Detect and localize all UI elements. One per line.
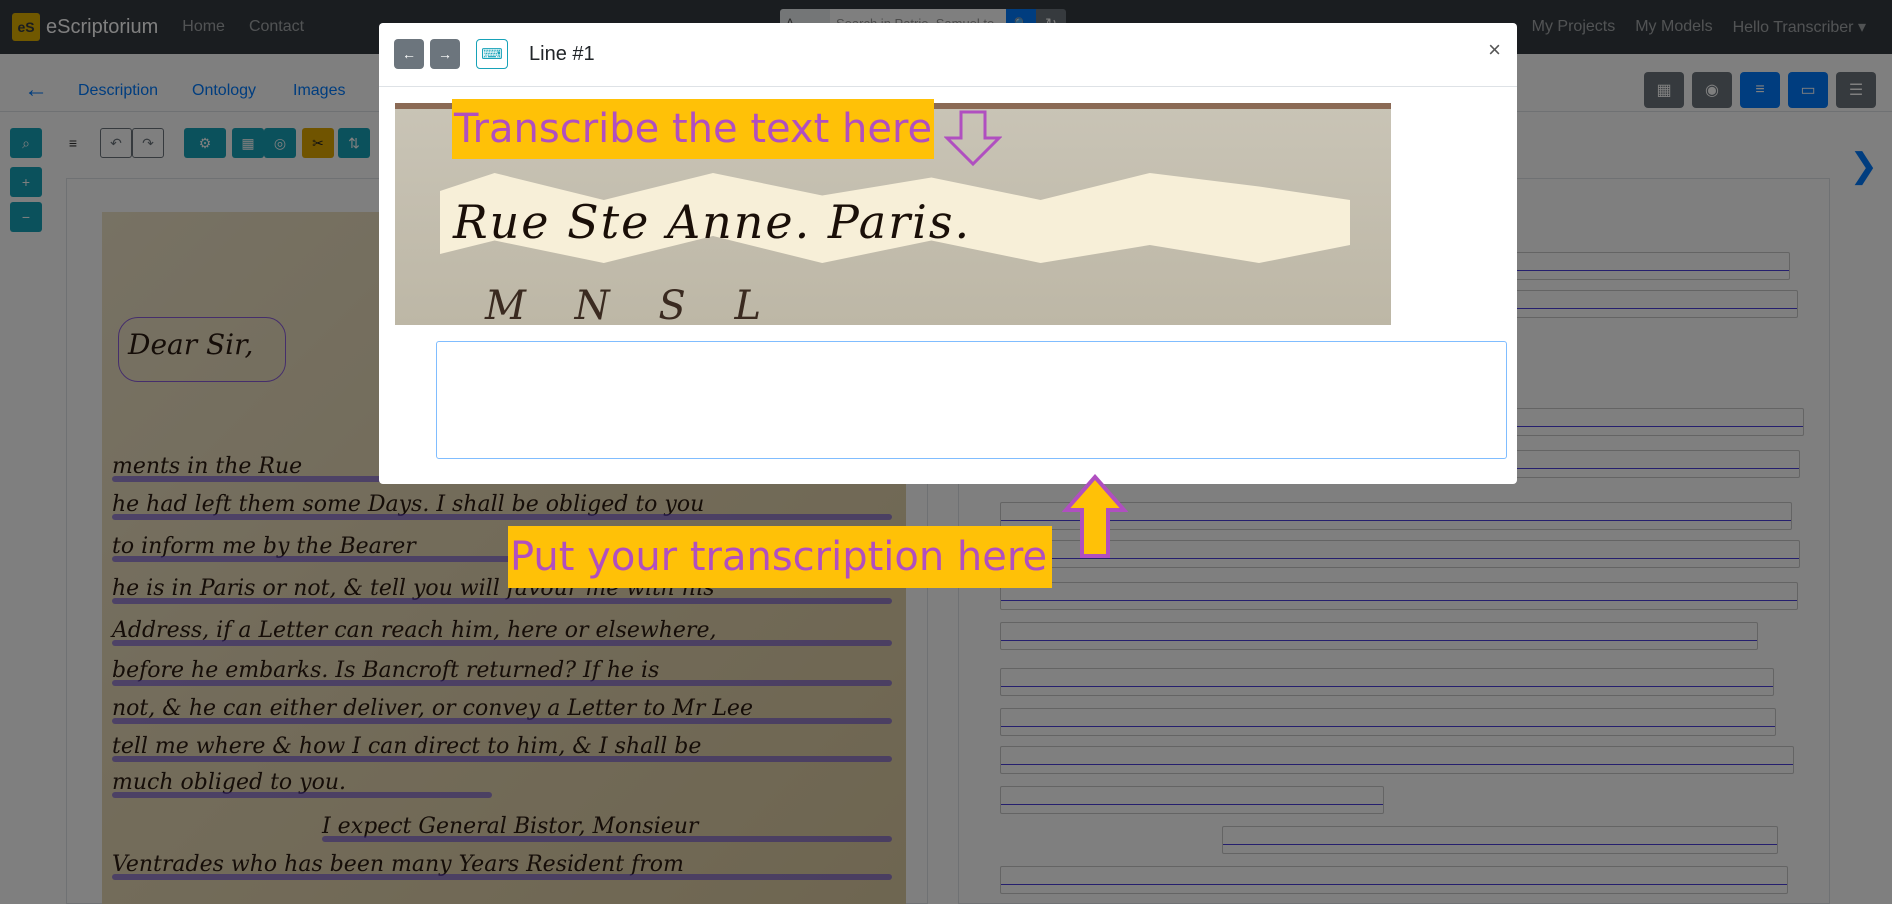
line-transcription-modal: ← → ⌨ Line #1 × Rue Ste Anne. Paris. M N… [379,23,1517,484]
down-arrow-shape [944,110,1002,167]
line-image-text: Rue Ste Anne. Paris. [453,195,972,249]
next-line-button[interactable]: → [430,39,460,69]
up-arrow-icon [1062,474,1128,558]
down-arrow-icon [944,110,1002,167]
previous-line-button[interactable]: ← [394,39,424,69]
transcription-input[interactable] [436,341,1507,459]
modal-title: Line #1 [529,43,595,65]
arrow-left-circle-icon: ← [402,46,416,62]
virtual-keyboard-button[interactable]: ⌨ [476,39,508,69]
callout-transcribe-text: Transcribe the text here [452,99,934,159]
callout-put-transcription: Put your transcription here [508,526,1052,588]
up-arrow-shape [1062,474,1128,558]
modal-header: ← → ⌨ Line #1 × [379,23,1517,87]
keyboard-icon: ⌨ [481,46,503,63]
close-icon[interactable]: × [1488,37,1501,63]
line-image-below-text: M N S L [485,283,780,325]
arrow-right-circle-icon: → [438,46,452,62]
